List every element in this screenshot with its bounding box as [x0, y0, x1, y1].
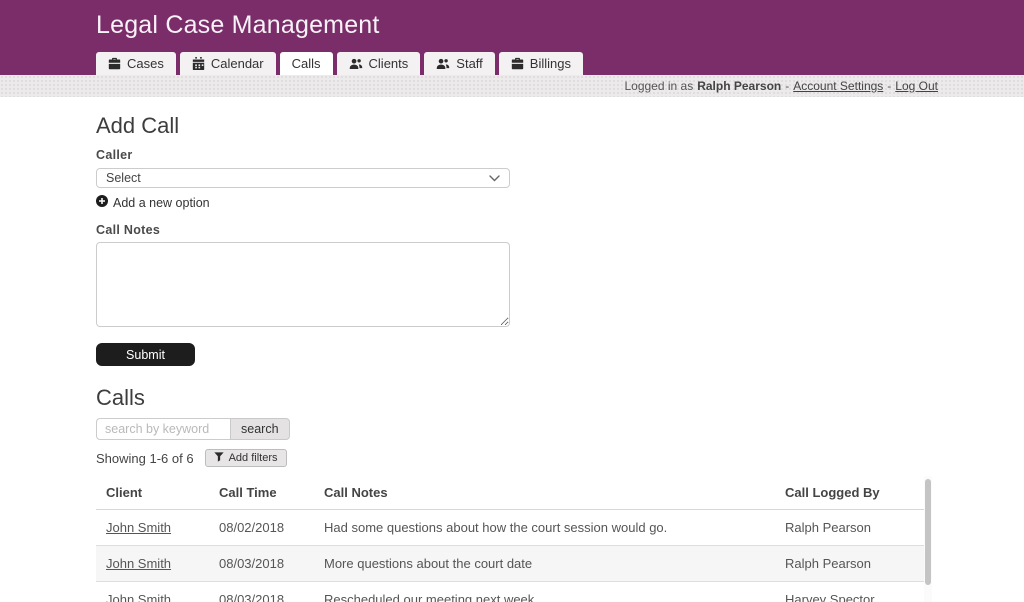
- add-filters-button[interactable]: Add filters: [205, 449, 287, 467]
- table-header-row: Client Call Time Call Notes Call Logged …: [96, 476, 924, 510]
- call-notes-textarea[interactable]: [96, 242, 510, 327]
- showing-count-text: Showing 1-6 of 6: [96, 451, 194, 466]
- tab-label: Staff: [456, 56, 483, 71]
- caller-select[interactable]: Select: [96, 168, 510, 188]
- call-time-cell: 08/02/2018: [209, 520, 314, 535]
- logout-link[interactable]: Log Out: [895, 79, 938, 93]
- table-scrollbar-track: [924, 476, 932, 602]
- table-scrollbar-thumb[interactable]: [925, 479, 931, 585]
- add-filters-label: Add filters: [229, 452, 278, 464]
- briefcase-icon: [511, 57, 524, 70]
- tab-label: Cases: [127, 56, 164, 71]
- submit-button[interactable]: Submit: [96, 343, 195, 366]
- client-link[interactable]: John Smith: [106, 556, 171, 571]
- tab-billings[interactable]: Billings: [499, 52, 583, 75]
- add-new-option-label: Add a new option: [113, 196, 210, 210]
- table-row: John Smith 08/03/2018 Rescheduled our me…: [96, 582, 924, 602]
- call-notes-cell: Had some questions about how the court s…: [314, 520, 775, 535]
- call-logged-by-cell: Ralph Pearson: [775, 556, 924, 571]
- account-settings-link[interactable]: Account Settings: [793, 79, 883, 93]
- table-row: John Smith 08/02/2018 Had some questions…: [96, 510, 924, 546]
- column-header-call-time: Call Time: [209, 485, 314, 500]
- filter-funnel-icon: [214, 452, 224, 465]
- briefcase-icon: [108, 57, 121, 70]
- add-new-option-link[interactable]: Add a new option: [96, 195, 210, 210]
- tab-calendar[interactable]: Calendar: [180, 52, 276, 75]
- tab-label: Calendar: [211, 56, 264, 71]
- tab-staff[interactable]: Staff: [424, 52, 495, 75]
- call-logged-by-cell: Harvey Spector: [775, 592, 924, 602]
- tab-label: Clients: [369, 56, 409, 71]
- tab-cases[interactable]: Cases: [96, 52, 176, 75]
- search-input[interactable]: [96, 418, 230, 440]
- tab-calls[interactable]: Calls: [280, 52, 333, 75]
- tab-label: Calls: [292, 56, 321, 71]
- main-content: Add Call Caller Select Add a new option …: [0, 97, 1024, 602]
- separator: -: [887, 79, 891, 93]
- tab-bar: Cases Calendar Calls Clients Staff: [96, 52, 583, 75]
- column-header-call-logged-by: Call Logged By: [775, 485, 924, 500]
- call-time-cell: 08/03/2018: [209, 556, 314, 571]
- column-header-client: Client: [96, 485, 209, 500]
- search-button[interactable]: search: [230, 418, 290, 440]
- tab-clients[interactable]: Clients: [337, 52, 421, 75]
- chevron-down-icon: [489, 171, 500, 185]
- search-row: search: [96, 418, 1024, 440]
- app-header: Legal Case Management Cases Calendar Cal…: [0, 0, 1024, 75]
- users-icon: [349, 57, 363, 70]
- call-notes-cell: Rescheduled our meeting next week: [314, 592, 775, 602]
- tab-label: Billings: [530, 56, 571, 71]
- call-logged-by-cell: Ralph Pearson: [775, 520, 924, 535]
- table-row: John Smith 08/03/2018 More questions abo…: [96, 546, 924, 582]
- logged-in-text: Logged in as: [624, 79, 693, 93]
- user-name: Ralph Pearson: [697, 79, 781, 93]
- caller-label: Caller: [96, 148, 1024, 162]
- app-title: Legal Case Management: [96, 11, 380, 40]
- call-notes-label: Call Notes: [96, 223, 1024, 237]
- call-time-cell: 08/03/2018: [209, 592, 314, 602]
- client-link[interactable]: John Smith: [106, 592, 171, 602]
- calls-heading: Calls: [96, 385, 1024, 411]
- add-call-heading: Add Call: [96, 113, 1024, 139]
- plus-circle-icon: [96, 195, 108, 210]
- calls-table: Client Call Time Call Notes Call Logged …: [96, 476, 932, 602]
- user-bar: Logged in as Ralph Pearson - Account Set…: [0, 75, 1024, 97]
- call-notes-cell: More questions about the court date: [314, 556, 775, 571]
- caller-select-value: Select: [106, 171, 141, 185]
- showing-row: Showing 1-6 of 6 Add filters: [96, 449, 1024, 467]
- client-link[interactable]: John Smith: [106, 520, 171, 535]
- calendar-icon: [192, 57, 205, 70]
- column-header-call-notes: Call Notes: [314, 485, 775, 500]
- users-icon: [436, 57, 450, 70]
- separator: -: [785, 79, 789, 93]
